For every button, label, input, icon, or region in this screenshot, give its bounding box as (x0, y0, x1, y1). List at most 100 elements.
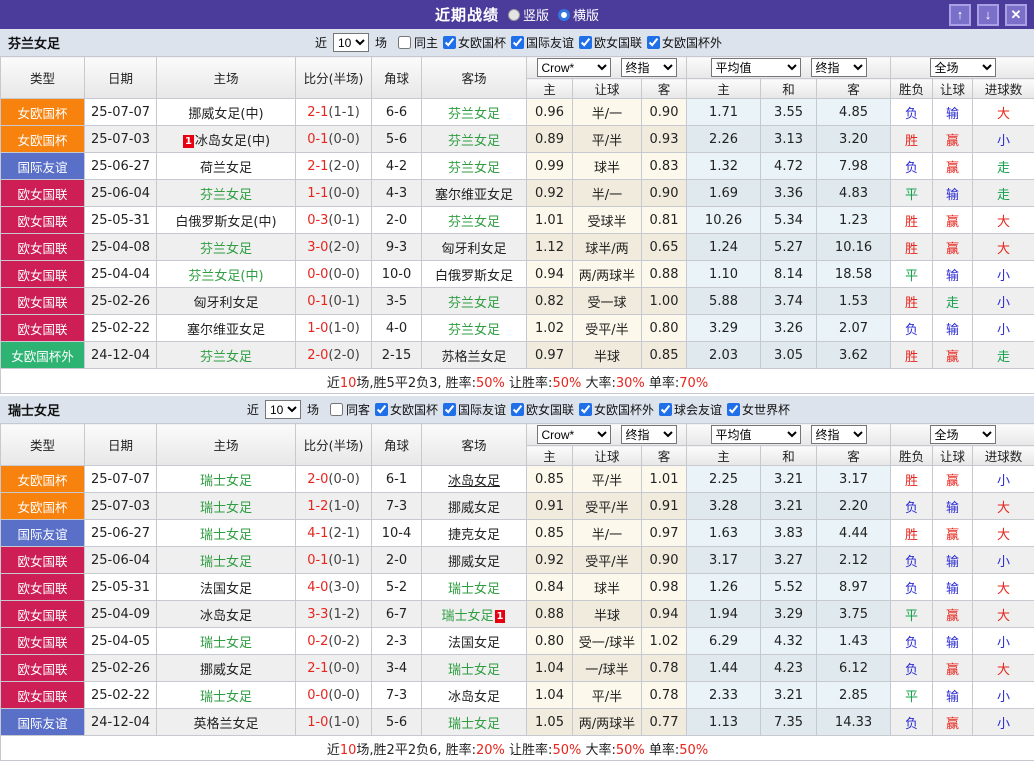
match-date: 25-05-31 (85, 207, 157, 234)
halftime-score: (0-0) (328, 472, 359, 487)
avg-away-odds: 4.44 (817, 520, 891, 547)
result-handicap: 赢 (933, 601, 973, 628)
league-filter[interactable]: 女世界杯 (722, 401, 790, 418)
league-filter[interactable]: 欧女国联 (574, 34, 642, 51)
col-header-away: 客场 (422, 57, 527, 99)
result-win-lose: 负 (891, 574, 933, 601)
league-filter[interactable]: 女欧国杯 (438, 34, 506, 51)
avg-home-odds: 1.69 (687, 180, 761, 207)
section-bar: 芬兰女足 近 10 场 同主 女欧国杯国际友谊欧女国联女欧国杯外 (0, 29, 1034, 56)
away-team: 芬兰女足 (422, 126, 527, 153)
league-filter[interactable]: 球会友谊 (654, 401, 722, 418)
summary-segment: 10 (340, 743, 357, 758)
filter-bar: 近 10 场 同客 女欧国杯国际友谊欧女国联女欧国杯外球会友谊女世界杯 (244, 400, 790, 419)
corner-score: 4-2 (372, 153, 422, 180)
league-checkbox[interactable] (579, 36, 592, 49)
league-filter[interactable]: 欧女国联 (506, 401, 574, 418)
match-date: 25-07-07 (85, 466, 157, 493)
handicap-line: 球半 (573, 574, 642, 601)
section-switzerland: 瑞士女足 近 10 场 同客 女欧国杯国际友谊欧女国联女欧国杯外球会友谊女世界杯… (0, 396, 1034, 761)
fulltime-score: 0-1 (307, 553, 328, 568)
col-header-away-odds: 客 (642, 446, 687, 466)
league-checkbox[interactable] (375, 403, 388, 416)
result-win-lose-value: 负 (905, 717, 918, 732)
result-goals: 小 (973, 628, 1034, 655)
layout-vertical-radio[interactable]: 竖版 (508, 5, 549, 24)
result-goals-value: 小 (997, 555, 1010, 570)
result-handicap-value: 赢 (946, 609, 959, 624)
fullmatch-select[interactable]: 全场 (930, 58, 996, 77)
match-count-select[interactable]: 10 (333, 33, 369, 52)
league-filter[interactable]: 女欧国杯外 (574, 401, 654, 418)
avg-home-odds: 1.94 (687, 601, 761, 628)
team-name: 芬兰女足 (448, 161, 500, 176)
away-team: 白俄罗斯女足 (422, 261, 527, 288)
average-select[interactable]: 平均值 (711, 58, 801, 77)
score-cell: 0-1(0-1) (296, 547, 372, 574)
league-filter[interactable]: 女欧国杯 (370, 401, 438, 418)
corner-score: 3-4 (372, 655, 422, 682)
league-filter[interactable]: 国际友谊 (506, 34, 574, 51)
league-checkbox[interactable] (647, 36, 660, 49)
move-down-button[interactable]: ↓ (977, 4, 999, 26)
score-cell: 0-1(0-0) (296, 126, 372, 153)
same-home-checkbox[interactable] (398, 36, 411, 49)
league-checkbox[interactable] (579, 403, 592, 416)
team-name: 匈牙利女足 (193, 296, 258, 311)
league-checkbox[interactable] (443, 403, 456, 416)
same-away-label: 同客 (346, 401, 370, 418)
corner-score: 2-0 (372, 547, 422, 574)
col-header-score: 比分(半场) (296, 424, 372, 466)
fullmatch-select[interactable]: 全场 (930, 425, 996, 444)
final-odds-select[interactable]: 终指 (811, 58, 867, 77)
col-header-home-odds: 主 (527, 79, 573, 99)
col-header-handicap: 让球 (573, 446, 642, 466)
league-checkbox[interactable] (443, 36, 456, 49)
bookmaker-select[interactable]: Crow* (537, 58, 611, 77)
league-checkbox[interactable] (727, 403, 740, 416)
close-button[interactable]: ✕ (1005, 4, 1027, 26)
final-odds-select[interactable]: 终指 (621, 58, 677, 77)
league-checkbox[interactable] (511, 36, 524, 49)
league-checkbox[interactable] (659, 403, 672, 416)
radio-icon[interactable] (508, 9, 520, 21)
league-badge: 国际友谊 (1, 520, 85, 547)
radio-icon[interactable] (558, 9, 570, 21)
final-odds-select[interactable]: 终指 (621, 425, 677, 444)
away-team: 瑞士女足 (422, 574, 527, 601)
avg-away-odds: 10.16 (817, 234, 891, 261)
result-handicap: 赢 (933, 234, 973, 261)
match-date: 25-02-26 (85, 655, 157, 682)
final-odds-select[interactable]: 终指 (811, 425, 867, 444)
average-select-group: 平均值 终指 (687, 57, 891, 79)
avg-home-odds: 1.63 (687, 520, 761, 547)
match-row: 欧女国联25-02-22塞尔维亚女足1-0(1-0)4-0芬兰女足1.02受平/… (1, 315, 1034, 342)
avg-home-odds: 2.25 (687, 466, 761, 493)
layout-horizontal-radio[interactable]: 横版 (558, 5, 599, 24)
result-win-lose: 负 (891, 153, 933, 180)
corner-score: 5-2 (372, 574, 422, 601)
crow-away-odds: 0.78 (642, 655, 687, 682)
team-name: 挪威女足 (448, 501, 500, 516)
league-checkbox[interactable] (511, 403, 524, 416)
halftime-score: (2-1) (328, 526, 359, 541)
team-name[interactable]: 冰岛女足 (448, 474, 500, 489)
halftime-score: (0-2) (328, 634, 359, 649)
halftime-score: (1-2) (328, 607, 359, 622)
result-handicap: 赢 (933, 655, 973, 682)
move-up-button[interactable]: ↑ (949, 4, 971, 26)
same-away-checkbox[interactable] (330, 403, 343, 416)
result-handicap-value: 赢 (946, 663, 959, 678)
average-select[interactable]: 平均值 (711, 425, 801, 444)
match-count-select[interactable]: 10 (265, 400, 301, 419)
match-date: 25-07-03 (85, 126, 157, 153)
match-row: 欧女国联25-02-26挪威女足2-1(0-0)3-4瑞士女足1.04一/球半0… (1, 655, 1034, 682)
summary-segment: 50% (476, 376, 505, 391)
bookmaker-select[interactable]: Crow* (537, 425, 611, 444)
result-handicap: 赢 (933, 466, 973, 493)
match-row: 欧女国联25-06-04瑞士女足0-1(0-1)2-0挪威女足0.92受平/半0… (1, 547, 1034, 574)
league-filter[interactable]: 女欧国杯外 (642, 34, 722, 51)
result-win-lose: 负 (891, 315, 933, 342)
league-filter[interactable]: 国际友谊 (438, 401, 506, 418)
result-win-lose-value: 负 (905, 663, 918, 678)
